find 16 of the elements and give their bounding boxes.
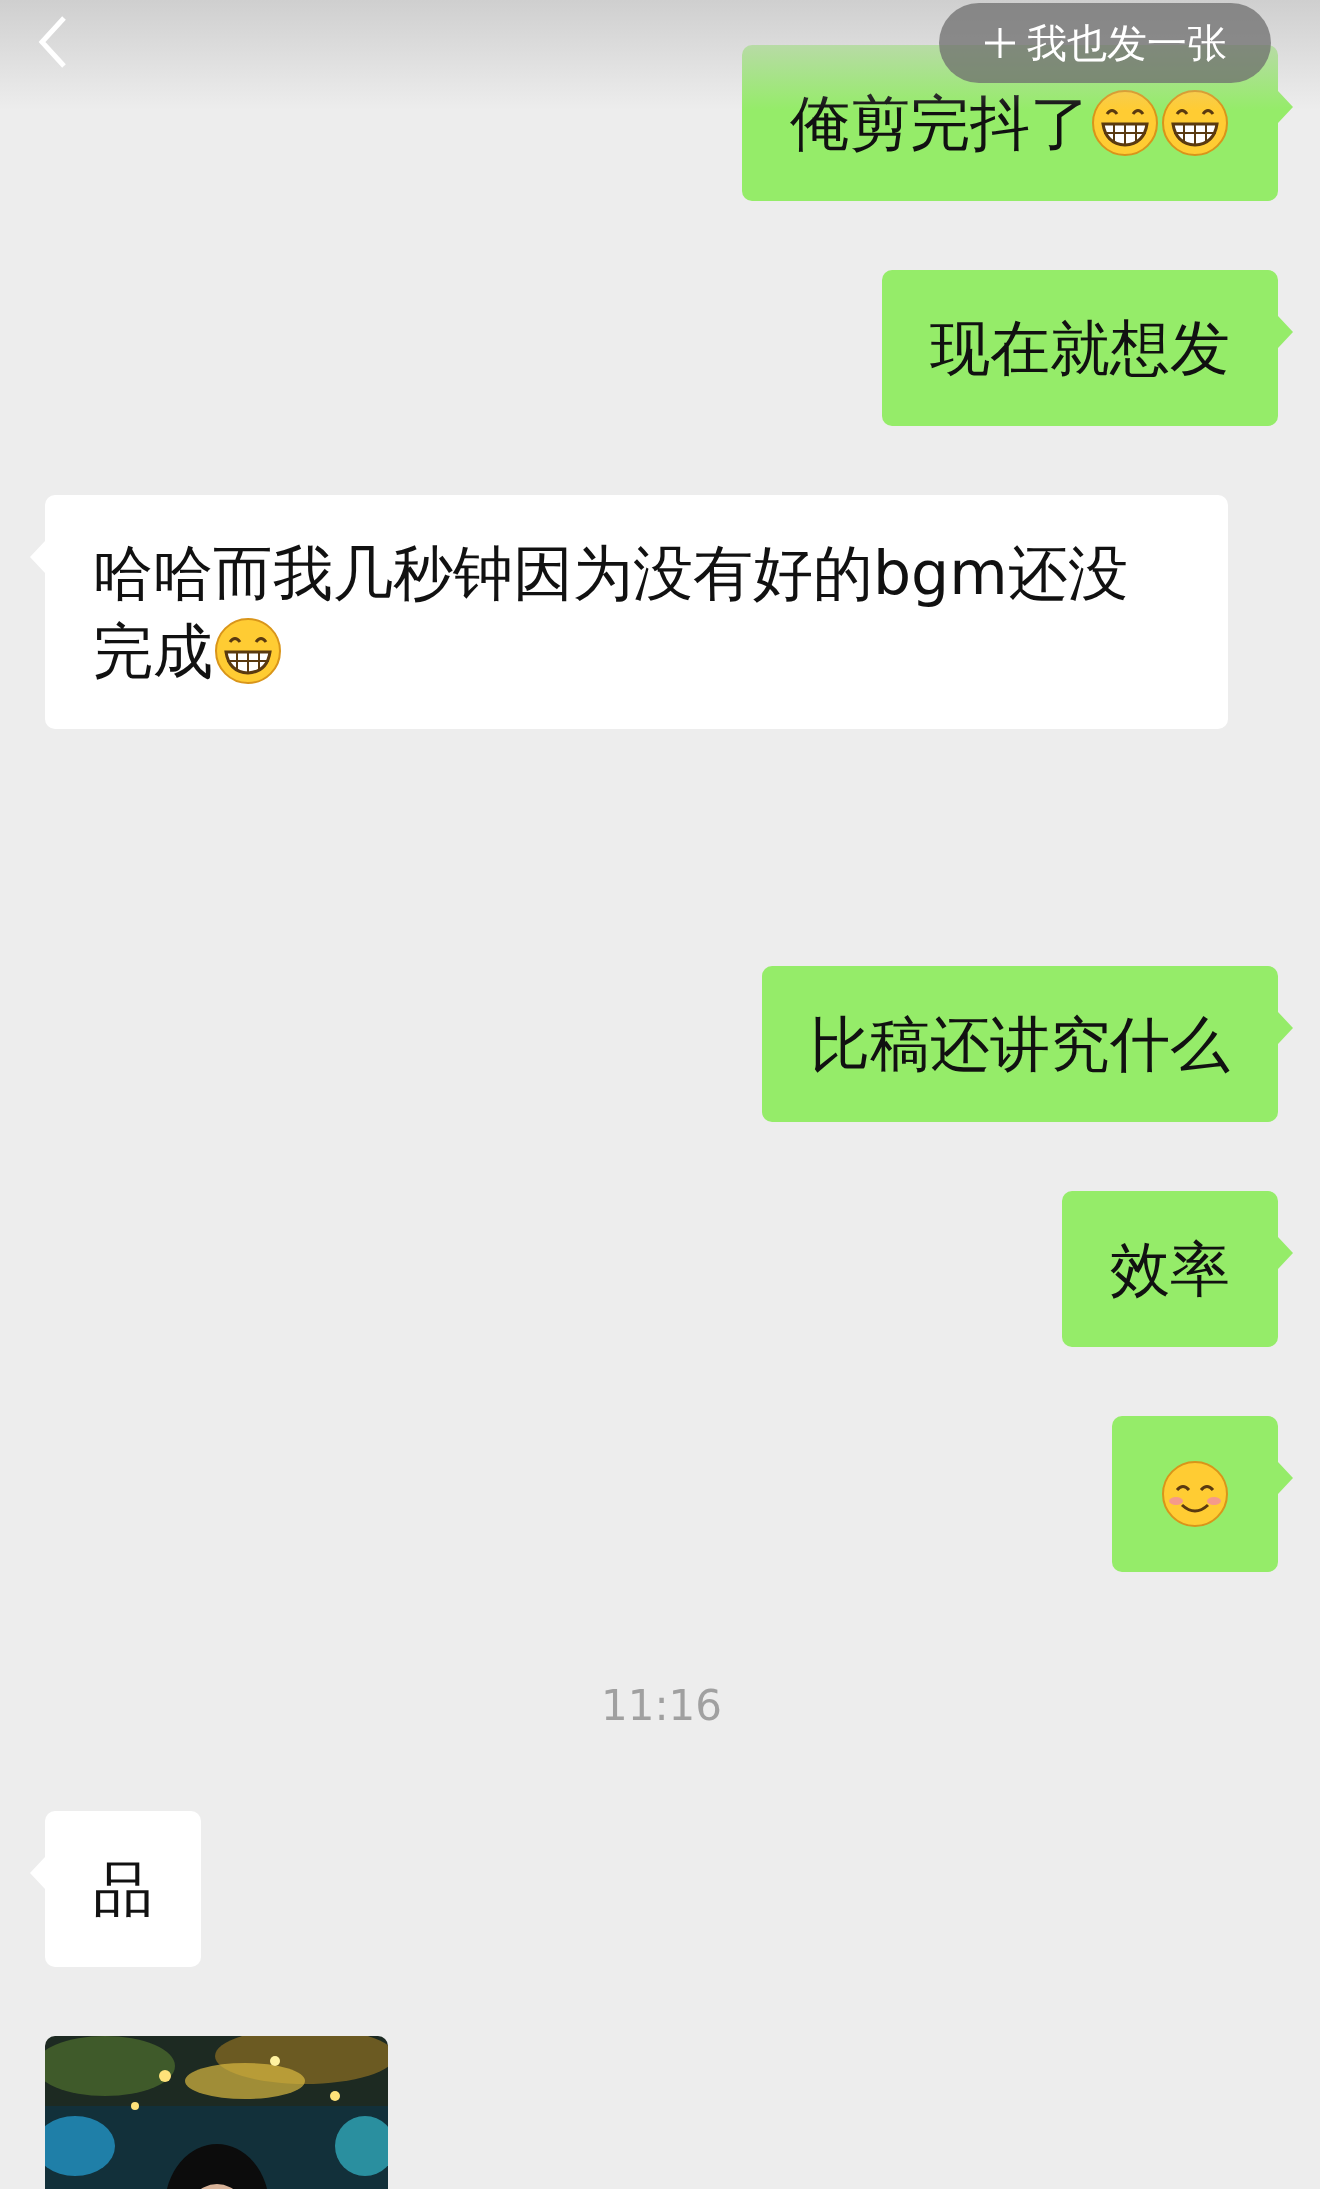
bubble-tail: [1278, 1012, 1293, 1044]
message-bubble: 现在就想发: [882, 270, 1278, 426]
plus-icon: [983, 26, 1017, 60]
message-bubble: 品: [45, 1811, 201, 1967]
grinning-face-icon: [1160, 88, 1230, 158]
bubble-tail: [1278, 1237, 1293, 1269]
bubble-tail: [1278, 91, 1293, 123]
grinning-face-icon: [1090, 88, 1160, 158]
bubble-tail: [1278, 316, 1293, 348]
smiling-face-icon: [1160, 1459, 1230, 1529]
back-icon[interactable]: [36, 14, 68, 70]
message-bubble: 效率: [1062, 1191, 1278, 1347]
timestamp: 11:16: [600, 1686, 722, 1726]
grinning-face-icon: [213, 616, 283, 686]
message-bubble: 比稿还讲究什么: [762, 966, 1278, 1122]
message-bubble: 哈哈而我几秒钟因为没有好的bgm还没完成: [45, 495, 1228, 729]
